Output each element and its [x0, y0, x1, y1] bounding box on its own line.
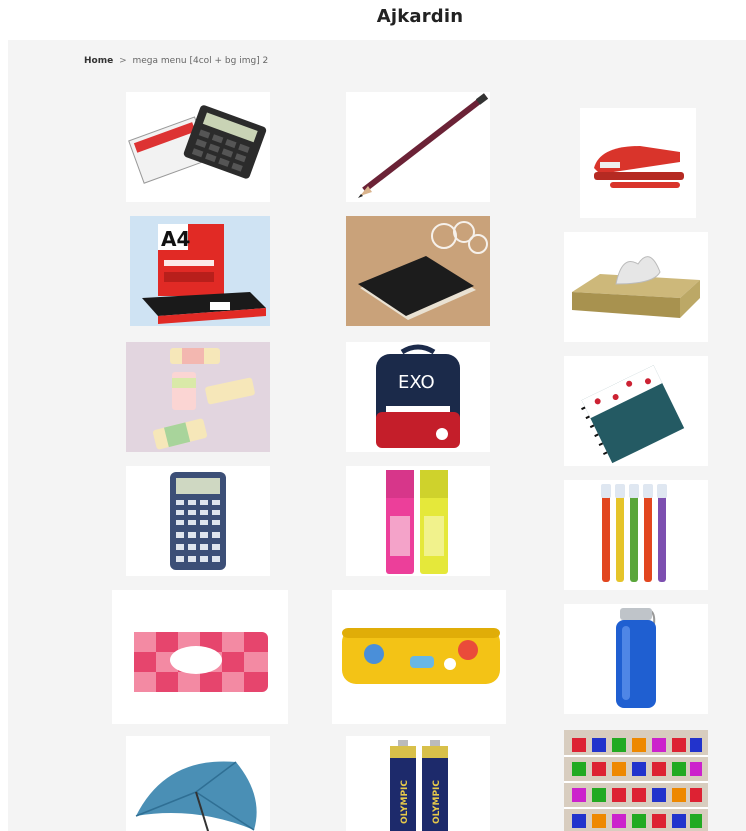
product-tile-highlighter-set[interactable]: [564, 480, 708, 590]
water-bottle-icon: [616, 608, 656, 708]
product-tile-scientific-calculator[interactable]: [126, 466, 270, 576]
highlighter-pair-icon: [386, 470, 448, 574]
product-tile-stapler[interactable]: [580, 108, 696, 218]
pencil-icon: [358, 93, 489, 198]
calculator-box-icon: [128, 105, 267, 184]
a4-paper-ream-icon: A4: [130, 216, 270, 326]
breadcrumb-separator: >: [119, 56, 127, 66]
product-tile-calculator-box[interactable]: [126, 92, 270, 202]
tissue-box-icon: [572, 256, 700, 318]
pencil-pouch-icon: [134, 632, 268, 692]
battery-label-1: OLYMPIC: [400, 780, 410, 824]
product-tile-backpack[interactable]: EXO: [346, 342, 490, 452]
scientific-calculator-icon: [170, 472, 226, 570]
notebook-icon: [346, 216, 490, 326]
stapler-icon: [594, 146, 684, 188]
product-tile-pencil-box[interactable]: [332, 590, 506, 724]
main-content: Home > mega menu [4col + bg img] 2 A4 EX…: [8, 40, 746, 831]
product-tile-eraser[interactable]: [126, 342, 270, 452]
breadcrumb-home-link[interactable]: Home: [84, 56, 113, 66]
breadcrumb-current: mega menu [4col + bg img] 2: [132, 56, 269, 66]
backpack-icon: EXO: [376, 344, 460, 448]
a4-label: A4: [161, 227, 190, 251]
product-tile-spiral-notebook[interactable]: [564, 356, 708, 466]
eraser-icon: [126, 342, 270, 452]
alphabet-chart-icon: [564, 730, 708, 831]
product-tile-highlighter-pair[interactable]: [346, 466, 490, 576]
backpack-label: EXO: [398, 372, 435, 393]
pencil-box-icon: [342, 628, 500, 684]
product-tile-tissue-box[interactable]: [564, 232, 708, 342]
product-tile-pencil[interactable]: [346, 92, 490, 202]
product-tile-a4-paper[interactable]: A4: [130, 216, 270, 326]
product-tile-battery[interactable]: OLYMPIC OLYMPIC: [346, 736, 490, 831]
umbrella-icon: [135, 761, 257, 831]
battery-icon: OLYMPIC OLYMPIC: [390, 740, 448, 831]
highlighter-set-icon: [601, 484, 667, 582]
product-tile-alphabet-chart[interactable]: [564, 730, 708, 831]
product-tile-pencil-pouch[interactable]: [112, 590, 288, 724]
product-tile-umbrella[interactable]: [126, 736, 270, 831]
battery-label-2: OLYMPIC: [432, 780, 442, 824]
breadcrumb: Home > mega menu [4col + bg img] 2: [84, 56, 268, 66]
spiral-notebook-icon: [581, 365, 685, 464]
product-tile-water-bottle[interactable]: [564, 604, 708, 714]
product-tile-notebook[interactable]: [346, 216, 490, 326]
site-title[interactable]: Ajkardin: [0, 6, 746, 27]
